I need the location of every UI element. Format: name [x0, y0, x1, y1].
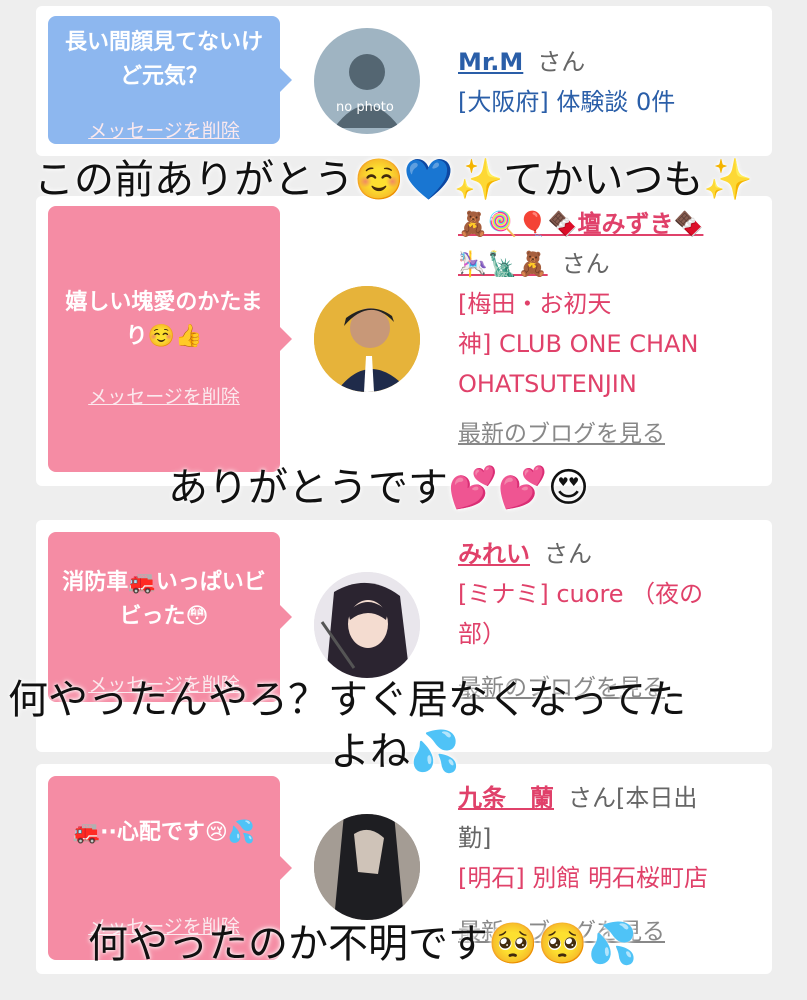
caption-5: 何やったのか不明です🥺🥺💦: [88, 921, 638, 967]
profile-details-2: 部）: [458, 620, 506, 648]
caption-4: よね💦: [330, 729, 460, 775]
delete-message-link[interactable]: メッセージを削除: [48, 382, 280, 409]
profile-details-1: [梅田・お初天: [458, 290, 612, 318]
latest-blog-link[interactable]: 最新のブログを見る: [458, 414, 758, 454]
profile-details: [大阪府] 体験談 0件: [458, 88, 676, 116]
profile-details-2: 神] CLUB ONE CHAN: [458, 330, 699, 358]
profile-details-1: [明石] 別館 明石桜町店: [458, 864, 708, 892]
message-card-2: 嬉しい塊愛のかたまり☺️👍 メッセージを削除 🧸🍭🎈🍫壇みずき🍫 🎠🗽🧸 さん […: [36, 196, 772, 486]
avatar[interactable]: [314, 286, 420, 392]
honorific: さん: [561, 250, 610, 278]
avatar[interactable]: [314, 572, 420, 678]
caption-1: この前ありがとう☺️💙✨てかいつも✨: [34, 157, 754, 203]
profile-name-link[interactable]: 🧸🍭🎈🍫壇みずき🍫: [458, 204, 758, 244]
caption-3: 何やったんやろ？すぐ居なくなってた: [8, 677, 686, 723]
honorific: さん: [537, 48, 586, 76]
profile-name-line2[interactable]: 🎠🗽🧸: [458, 250, 548, 278]
profile-photo: [314, 572, 420, 678]
delete-message-link[interactable]: メッセージを削除: [48, 116, 280, 143]
profile-details-1: [ミナミ] cuore （夜の: [458, 580, 704, 608]
message-bubble: 長い間顔見てないけど元気？ メッセージを削除: [48, 16, 292, 144]
profile-name-link[interactable]: みれい: [458, 540, 530, 568]
avatar[interactable]: no photo: [314, 28, 420, 134]
profile-photo: [314, 286, 420, 392]
honorific: さん[本日出: [568, 784, 698, 812]
avatar[interactable]: [314, 814, 420, 920]
profile-photo: [314, 814, 420, 920]
profile-details-3: OHATSUTENJIN: [458, 370, 637, 398]
honorific-line2: 勤]: [458, 824, 492, 852]
honorific: さん: [544, 540, 592, 568]
profile-info: Mr.M さん [大阪府] 体験談 0件: [458, 42, 758, 122]
profile-name-link[interactable]: 九条 蘭: [458, 784, 554, 812]
message-text: 🚒··心配です😢💦: [72, 820, 256, 845]
message-text: 消防車🚒いっぱいビビった😳: [62, 570, 266, 629]
avatar-placeholder-text: no photo: [336, 100, 394, 115]
message-text: 嬉しい塊愛のかたまり☺️👍: [65, 290, 263, 349]
message-card-1: 長い間顔見てないけど元気？ メッセージを削除 no photo Mr.M さん […: [36, 6, 772, 156]
profile-name-link[interactable]: Mr.M: [458, 48, 523, 76]
caption-2: ありがとうです💕💕😍: [168, 465, 590, 511]
message-text: 長い間顔見てないけど元気？: [64, 30, 263, 89]
message-bubble: 嬉しい塊愛のかたまり☺️👍 メッセージを削除: [48, 206, 292, 472]
no-photo-silhouette-icon: [334, 54, 400, 128]
profile-info: 🧸🍭🎈🍫壇みずき🍫 🎠🗽🧸 さん [梅田・お初天 神] CLUB ONE CHAN…: [458, 204, 758, 454]
